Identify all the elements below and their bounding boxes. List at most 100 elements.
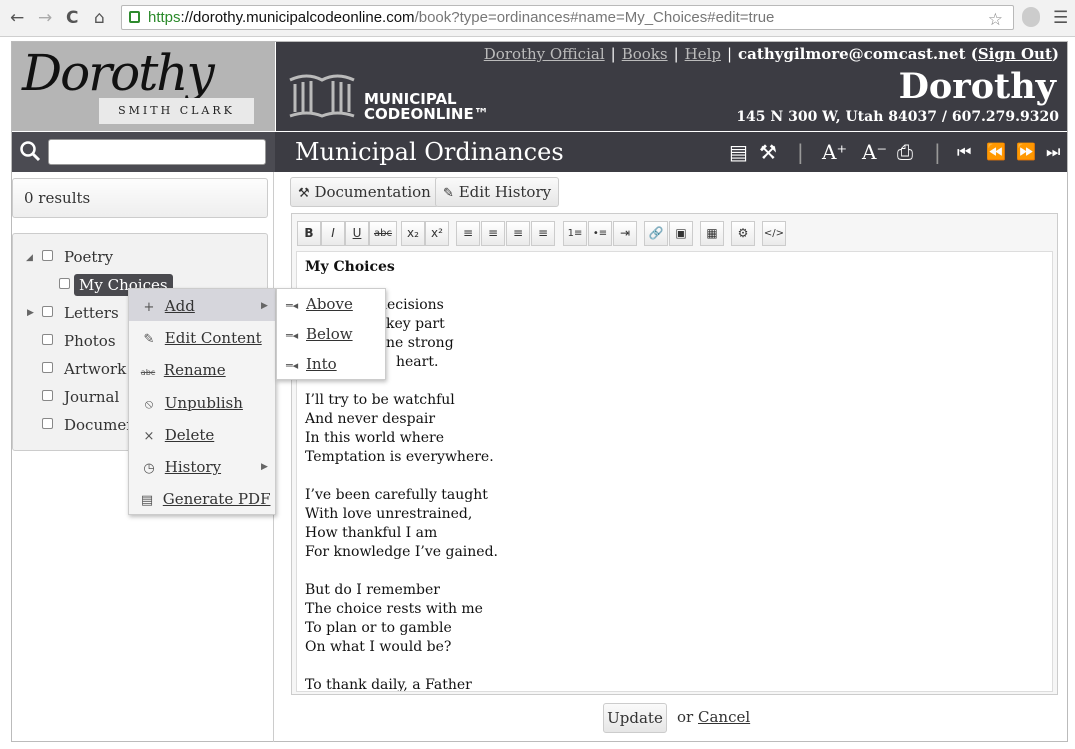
print-icon[interactable]: ⎙ bbox=[897, 140, 913, 164]
extension-icon[interactable] bbox=[1022, 7, 1040, 27]
checkbox[interactable] bbox=[42, 418, 53, 429]
book-logo-icon bbox=[289, 74, 355, 118]
collapse-arrow-icon[interactable]: ◢ bbox=[26, 253, 33, 263]
cancel-link[interactable]: Cancel bbox=[698, 708, 750, 726]
underline-button[interactable]: U bbox=[345, 221, 369, 246]
document-icon[interactable]: ▤ bbox=[729, 140, 748, 164]
poem-line: ne strong bbox=[386, 335, 454, 351]
link-books[interactable]: Books bbox=[622, 45, 668, 63]
align-right-button[interactable]: ≡ bbox=[506, 221, 530, 246]
link-dorothy-official[interactable]: Dorothy Official bbox=[484, 45, 605, 63]
first-page-icon[interactable]: ⏮ bbox=[957, 140, 971, 164]
expand-arrow-icon[interactable]: ▶ bbox=[27, 308, 34, 318]
menu-icon[interactable]: ☰ bbox=[1053, 8, 1068, 28]
tree-item-poetry[interactable]: Poetry bbox=[64, 248, 113, 266]
align-left-button[interactable]: ≡ bbox=[456, 221, 480, 246]
unordered-list-button[interactable]: •≡ bbox=[588, 221, 612, 246]
toolbar-divider: | bbox=[797, 140, 804, 164]
last-page-icon[interactable]: ⏭ bbox=[1046, 140, 1060, 164]
table-button[interactable]: ▦ bbox=[700, 221, 724, 246]
search-icon[interactable] bbox=[19, 140, 41, 162]
checkbox[interactable] bbox=[42, 250, 53, 261]
or-text: or bbox=[677, 708, 694, 726]
poem-line: For knowledge I’ve gained. bbox=[305, 544, 498, 560]
reload-icon[interactable]: C bbox=[66, 8, 78, 28]
submenu-item-below[interactable]: ═◂ Below bbox=[286, 325, 353, 343]
tree-item-journal[interactable]: Journal bbox=[64, 388, 119, 406]
user-email: cathygilmore@comcast.net bbox=[738, 45, 966, 63]
tree-item-letters[interactable]: Letters bbox=[64, 304, 119, 322]
url-host: ://dorothy.municipalcodeonline.com bbox=[180, 9, 415, 26]
sign-out-link[interactable]: Sign Out bbox=[978, 45, 1052, 63]
poem-line: decisions bbox=[378, 297, 444, 313]
justify-button[interactable]: ≡ bbox=[531, 221, 555, 246]
editor-content[interactable]: My Choices decisions key part ne strong … bbox=[296, 251, 1053, 692]
italic-button[interactable]: I bbox=[321, 221, 345, 246]
image-button[interactable]: ▣ bbox=[669, 221, 693, 246]
tab-edit-history-label: Edit History bbox=[458, 183, 552, 201]
link-button[interactable]: 🔗 bbox=[644, 221, 668, 246]
align-center-button[interactable]: ≡ bbox=[481, 221, 505, 246]
checkbox[interactable] bbox=[42, 306, 53, 317]
tree-item-photos[interactable]: Photos bbox=[64, 332, 116, 350]
ordered-list-button[interactable]: 1≡ bbox=[563, 221, 587, 246]
menu-item-edit-content[interactable]: ✎ Edit Content bbox=[138, 329, 262, 347]
poem-line: To plan or to gamble bbox=[305, 620, 452, 636]
menu-item-history[interactable]: ◷ History bbox=[138, 458, 221, 476]
poem-line: heart. bbox=[396, 354, 439, 370]
menu-item-rename[interactable]: abc Rename bbox=[137, 361, 226, 379]
font-increase-icon[interactable]: A⁺ bbox=[822, 140, 847, 164]
poem-line: How thankful I am bbox=[305, 525, 438, 541]
menu-item-delete[interactable]: × Delete bbox=[138, 426, 215, 444]
menu-item-unpublish[interactable]: ⦸ Unpublish bbox=[138, 394, 243, 412]
source-code-button[interactable]: </> bbox=[762, 221, 786, 246]
brand-text: MUNICIPAL CODEONLINE™ bbox=[364, 92, 489, 122]
poem-line: Temptation is everywhere. bbox=[305, 449, 494, 465]
search-results-count: 0 results bbox=[12, 178, 268, 218]
checkbox[interactable] bbox=[59, 278, 70, 289]
checkbox[interactable] bbox=[42, 362, 53, 373]
brand-line-2: CODEONLINE™ bbox=[364, 105, 489, 123]
poem-line: I’ll try to be watchful bbox=[305, 392, 455, 408]
edit-icon: ✎ bbox=[443, 186, 454, 201]
strikethrough-button[interactable]: abc bbox=[369, 221, 397, 246]
submenu-item-above[interactable]: ═◂ Above bbox=[286, 295, 353, 313]
plus-icon: + bbox=[143, 300, 155, 315]
forward-icon[interactable]: → bbox=[38, 8, 52, 28]
next-icon[interactable]: ⏩ bbox=[1016, 140, 1036, 164]
menu-item-add[interactable]: + Add bbox=[138, 297, 195, 315]
poem-line: With love unrestrained, bbox=[305, 506, 473, 522]
tree-item-artwork[interactable]: Artwork bbox=[64, 360, 126, 378]
link-help[interactable]: Help bbox=[685, 45, 721, 63]
stanza: decisions key part ne strong heart. bbox=[305, 296, 1044, 372]
tab-edit-history[interactable]: ✎ Edit History bbox=[435, 177, 560, 207]
page-title: Municipal Ordinances bbox=[295, 138, 564, 166]
tree-item-documents[interactable]: Documen bbox=[64, 416, 136, 434]
logo-script[interactable]: Dorothy bbox=[22, 44, 215, 102]
checkbox[interactable] bbox=[42, 334, 53, 345]
subscript-button[interactable]: x₂ bbox=[401, 221, 425, 246]
back-icon[interactable]: ← bbox=[10, 8, 24, 28]
menu-item-generate-pdf[interactable]: ▤ Generate PDF bbox=[136, 490, 271, 508]
superscript-button[interactable]: x² bbox=[425, 221, 449, 246]
address-bar[interactable]: https://dorothy.municipalcodeonline.com/… bbox=[121, 5, 1014, 30]
bookmark-star-icon[interactable]: ☆ bbox=[988, 8, 1003, 29]
rename-icon: abc bbox=[140, 368, 156, 377]
poem-line: On what I would be? bbox=[305, 639, 452, 655]
poem-line: In this world where bbox=[305, 430, 445, 446]
submenu-item-into[interactable]: ═◂ Into bbox=[286, 355, 337, 373]
home-icon[interactable]: ⌂ bbox=[94, 8, 105, 28]
checkbox[interactable] bbox=[42, 390, 53, 401]
submenu-arrow-icon: ▶ bbox=[261, 462, 268, 472]
bold-button[interactable]: B bbox=[297, 221, 321, 246]
update-button[interactable]: Update bbox=[603, 703, 667, 733]
city-name: Dorothy bbox=[898, 66, 1056, 107]
settings-button[interactable]: ⚙ bbox=[731, 221, 755, 246]
search-input[interactable] bbox=[48, 139, 266, 165]
indent-button[interactable]: ⇥ bbox=[613, 221, 637, 246]
close-icon: × bbox=[143, 429, 155, 444]
font-decrease-icon[interactable]: A⁻ bbox=[862, 140, 887, 164]
tab-documentation[interactable]: ⚒ Documentation bbox=[290, 177, 439, 207]
gavel-icon[interactable]: ⚒ bbox=[759, 140, 777, 164]
previous-icon[interactable]: ⏪ bbox=[986, 140, 1006, 164]
